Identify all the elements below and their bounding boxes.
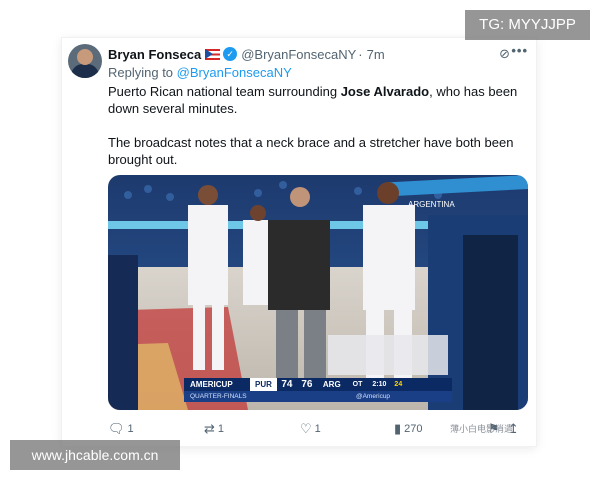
reply-icon: 🗨 — [108, 421, 125, 436]
tweet-paragraph-2: The broadcast notes that a neck brace an… — [108, 135, 514, 167]
team2-score: 76 — [301, 379, 313, 390]
reply-prefix: Replying to — [108, 65, 174, 80]
verified-icon: ✓ — [223, 47, 238, 61]
views-count: 270 — [404, 423, 423, 435]
author-name[interactable]: Bryan Fonseca — [108, 47, 201, 62]
scoreboard-top: AMERICUP PUR 74 76 ARG OT 2:10 24 — [184, 378, 452, 391]
watermark-text: 薄小白电影消遣 — [450, 424, 514, 434]
text-part: Puerto Rican national team surrounding — [108, 84, 341, 99]
grok-icon[interactable]: ⊘ — [499, 46, 510, 62]
more-icon[interactable]: ••• — [511, 43, 528, 58]
round-label: QUARTER-FINALS — [190, 393, 247, 400]
views-button[interactable]: ▮ 270 — [394, 421, 423, 437]
avatar[interactable] — [68, 44, 102, 78]
views-chart-icon: ▮ — [394, 421, 402, 436]
avatar-face — [77, 49, 93, 65]
like-count: 1 — [314, 423, 321, 435]
tweet-header: Bryan Fonseca ✓ @BryanFonsecaNY · 7m — [108, 46, 385, 62]
arena-banner-text: ARGENTINA — [408, 200, 455, 209]
reply-count: 1 — [127, 423, 134, 435]
scoreboard-bottom: QUARTER-FINALS @Americup — [184, 391, 452, 402]
mention-name: Jose Alvarado — [340, 84, 430, 99]
timestamp[interactable]: 7m — [367, 47, 385, 62]
avatar-body — [71, 64, 99, 78]
tweet-card[interactable]: Bryan Fonseca ✓ @BryanFonsecaNY · 7m ⊘ •… — [62, 38, 536, 446]
like-button[interactable]: ♡ 1 — [300, 421, 321, 437]
reply-line: Replying to @BryanFonsecaNY — [108, 65, 292, 80]
tweet-paragraph-1: Puerto Rican national team surrounding J… — [108, 83, 518, 117]
broadcast-handle: @Americup — [356, 393, 391, 400]
scoreboard: AMERICUP PUR 74 76 ARG OT 2:10 24 QUARTE… — [184, 378, 452, 402]
league-label: AMERICUP — [190, 380, 233, 389]
separator-dot: · — [358, 46, 363, 62]
author-handle[interactable]: @BryanFonsecaNY — [241, 47, 356, 62]
team2-label: ARG — [322, 380, 341, 389]
site-overlay-label: www.jhcable.com.cn — [10, 440, 180, 470]
basketball-scene: ARGENTINA — [108, 175, 528, 410]
retweet-count: 1 — [217, 423, 225, 435]
period-label: OT — [352, 381, 363, 388]
tweet-text: Puerto Rican national team surrounding J… — [108, 83, 518, 185]
reply-button[interactable]: 🗨 1 — [108, 421, 134, 437]
retweet-button[interactable]: ⇄ 1 — [204, 421, 224, 437]
puerto-rico-flag-icon — [205, 48, 221, 60]
shot-clock: 24 — [394, 381, 403, 388]
heart-icon: ♡ — [300, 421, 312, 436]
game-clock: 2:10 — [372, 381, 387, 388]
team1-score: 74 — [281, 379, 293, 390]
tg-overlay-label: TG: MYYJJPP — [465, 10, 590, 40]
retweet-icon: ⇄ — [204, 421, 215, 436]
team1-label: PUR — [250, 378, 277, 391]
tweet-media-image[interactable]: ARGENTINA AMERICUP PUR 74 76 ARG OT 2:10… — [108, 175, 528, 410]
reply-handle-link[interactable]: @BryanFonsecaNY — [177, 65, 292, 80]
